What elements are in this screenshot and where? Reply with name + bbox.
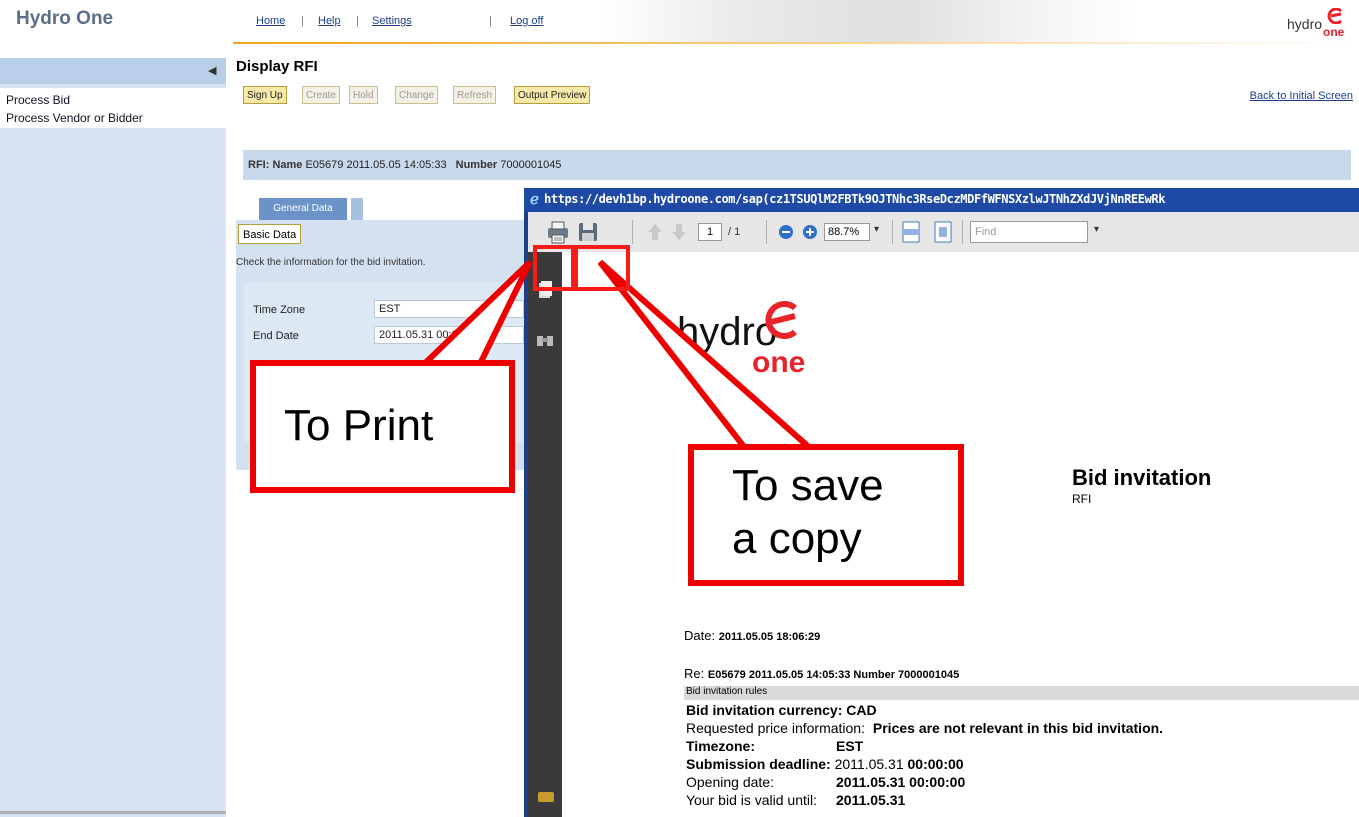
save-highlight-box xyxy=(574,245,630,291)
print-callout-text: To Print xyxy=(284,401,434,450)
print-callout-pointer xyxy=(412,259,533,371)
save-callout: To save a copy xyxy=(688,444,964,586)
save-callout-line1: To save xyxy=(732,461,884,510)
print-highlight-box xyxy=(533,245,575,291)
save-callout-pointer xyxy=(597,259,818,451)
annotation-pointers xyxy=(412,259,818,451)
save-callout-line2: a copy xyxy=(732,513,862,563)
print-callout: To Print xyxy=(250,360,515,493)
